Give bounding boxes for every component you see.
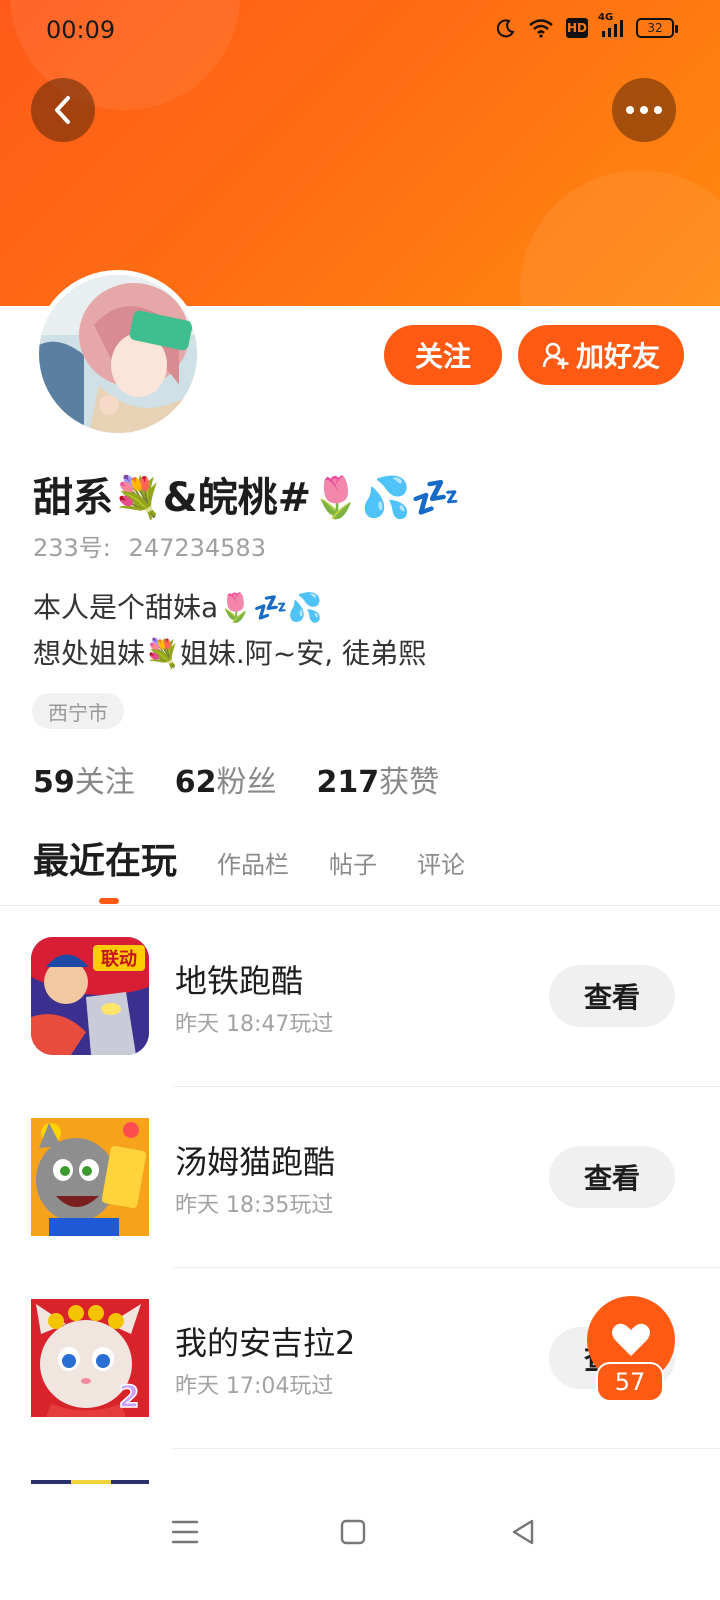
ellipsis-icon (626, 106, 662, 114)
stat-number: 217 (316, 765, 380, 800)
stat-following[interactable]: 59关注 (33, 757, 135, 801)
system-nav-bar (0, 1486, 720, 1600)
talking-tom-gold-run-icon (31, 1118, 149, 1236)
stats-row: 59关注 62粉丝 217获赞 (33, 757, 439, 801)
battery-icon: 32 (636, 18, 678, 38)
hd-icon: HD (566, 18, 588, 38)
game-badge: 联动 (101, 949, 137, 970)
stat-likes[interactable]: 217获赞 (317, 757, 440, 801)
home-key[interactable] (333, 1512, 373, 1552)
stat-number: 62 (174, 765, 217, 800)
view-button[interactable]: 查看 (549, 965, 675, 1027)
uid-prefix: 233号: (33, 534, 111, 562)
game-name: 地铁跑酷 (175, 962, 304, 1000)
stat-label: 关注 (74, 765, 135, 800)
banner-decoration (520, 170, 720, 306)
back-triangle-icon (512, 1519, 534, 1545)
game-played-time: 昨天 18:47玩过 (175, 1012, 334, 1037)
bio-line: 本人是个甜妹a🌷💤💦 (33, 591, 323, 624)
heart-icon (612, 1323, 650, 1356)
signal-icon: 4G (598, 12, 624, 38)
avatar-image (39, 275, 197, 433)
menu-icon (171, 1520, 199, 1544)
stat-followers[interactable]: 62粉丝 (175, 757, 277, 801)
add-person-icon (542, 342, 569, 369)
add-friend-label: 加好友 (575, 340, 660, 373)
stat-number: 59 (33, 765, 75, 800)
game-played-time: 昨天 18:35玩过 (175, 1193, 334, 1218)
status-bar: 00:09 HD 4G 32 (0, 0, 720, 64)
chevron-left-icon (55, 96, 70, 124)
game-name: 我的安吉拉2 (175, 1324, 356, 1362)
tab-indicator (99, 898, 119, 904)
avatar[interactable] (34, 270, 202, 438)
status-icons: HD 4G 32 (496, 12, 678, 38)
nickname: 甜系💐&皖桃#🌷💦💤 (33, 475, 461, 521)
uid-value: 247234583 (128, 534, 266, 562)
list-item[interactable]: 汤姆猫跑酷 昨天 18:35玩过 查看 (0, 1087, 720, 1268)
my-talking-angela-2-icon: 2 (31, 1299, 149, 1417)
wifi-icon (528, 18, 554, 38)
bio: 本人是个甜妹a🌷💤💦 想处姐妹💐姐妹.阿~安, 徒弟熙 (33, 585, 426, 677)
subway-surfers-icon: 联动 (31, 937, 149, 1055)
game-badge: 2 (119, 1380, 140, 1415)
back-button[interactable] (31, 78, 95, 142)
game-name: 汤姆猫跑酷 (175, 1143, 336, 1181)
tab-comments[interactable]: 评论 (417, 845, 465, 880)
menu-key[interactable] (165, 1512, 205, 1552)
stat-label: 获赞 (379, 765, 440, 800)
bio-line: 想处姐妹💐姐妹.阿~安, 徒弟熙 (33, 637, 427, 670)
add-friend-button[interactable]: 加好友 (518, 325, 684, 385)
moon-icon (496, 18, 516, 38)
follow-button[interactable]: 关注 (384, 325, 502, 385)
view-button[interactable]: 查看 (549, 1146, 675, 1208)
location-tag: 西宁市 (32, 693, 124, 729)
home-square-icon (340, 1519, 366, 1545)
status-time: 00:09 (46, 16, 116, 44)
list-item[interactable]: 联动 地铁跑酷 昨天 18:47玩过 查看 (0, 906, 720, 1087)
stat-label: 粉丝 (216, 765, 277, 800)
back-key[interactable] (503, 1512, 543, 1552)
tab-recently-played[interactable]: 最近在玩 (33, 832, 177, 884)
uid-line: 233号: 247234583 (33, 528, 266, 563)
tab-posts[interactable]: 帖子 (329, 845, 377, 880)
network-label: 4G (598, 12, 614, 23)
game-played-time: 昨天 17:04玩过 (175, 1374, 334, 1399)
more-button[interactable] (612, 78, 676, 142)
like-count: 57 (596, 1362, 664, 1402)
tab-works[interactable]: 作品栏 (217, 845, 289, 880)
profile-tabs: 最近在玩 作品栏 帖子 评论 (33, 832, 465, 884)
